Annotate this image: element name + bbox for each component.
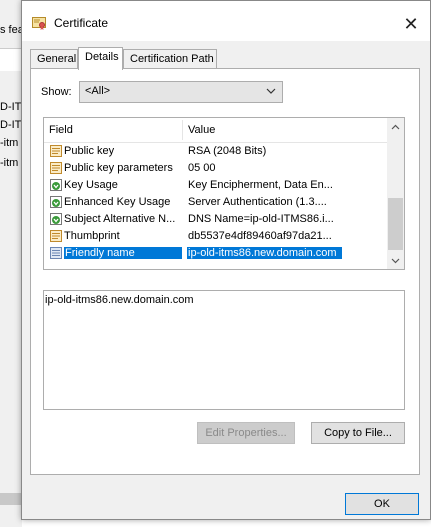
details-panel: Show: <All> Field Value Public key RSA (… xyxy=(30,68,420,475)
extension-down-arrow-icon xyxy=(50,196,62,208)
title-bar: Certificate ✕ xyxy=(22,1,430,41)
certificate-field-icon xyxy=(50,230,62,242)
show-dropdown[interactable]: <All> xyxy=(79,81,283,103)
ok-button[interactable]: OK xyxy=(345,493,419,515)
list-header: Field Value xyxy=(44,118,388,143)
show-label: Show: xyxy=(41,86,72,98)
scroll-up-icon[interactable] xyxy=(391,124,400,130)
list-item[interactable]: Thumbprint db5537e4df89460af97da21... xyxy=(44,228,388,245)
extension-down-arrow-icon xyxy=(50,179,62,191)
list-item[interactable]: Public key parameters 05 00 xyxy=(44,160,388,177)
dialog-title: Certificate xyxy=(54,16,109,30)
field-name: Public key xyxy=(64,145,115,157)
edit-properties-button[interactable]: Edit Properties... xyxy=(197,422,295,444)
field-value: db5537e4df89460af97da21... xyxy=(188,230,332,242)
field-name: Friendly name xyxy=(64,247,182,259)
background-text-fragment: D-IT xyxy=(0,101,22,113)
tab-general[interactable]: General xyxy=(30,49,78,69)
column-divider[interactable] xyxy=(182,120,183,140)
ok-button-label: OK xyxy=(374,498,390,510)
close-icon[interactable]: ✕ xyxy=(400,13,422,35)
background-text-fragment: D-IT xyxy=(0,119,22,131)
column-header-field[interactable]: Field xyxy=(49,124,73,136)
property-icon xyxy=(50,247,62,259)
field-value: DNS Name=ip-old-ITMS86.i... xyxy=(188,213,334,225)
scrollbar-thumb[interactable] xyxy=(388,198,403,250)
background-toolbar xyxy=(0,48,22,71)
list-item[interactable]: Subject Alternative N... DNS Name=ip-old… xyxy=(44,211,388,228)
scroll-down-icon[interactable] xyxy=(391,258,400,264)
certificate-field-icon xyxy=(50,145,62,157)
fields-list[interactable]: Field Value Public key RSA (2048 Bits) P… xyxy=(43,117,405,270)
background-text-fragment: -itm xyxy=(0,157,19,169)
extension-down-arrow-icon xyxy=(50,213,62,225)
column-header-value[interactable]: Value xyxy=(188,124,215,136)
background-strip xyxy=(0,0,22,527)
field-name: Key Usage xyxy=(64,179,118,191)
vertical-scrollbar[interactable] xyxy=(387,118,404,269)
list-item-selected[interactable]: Friendly name ip-old-itms86.new.domain.c… xyxy=(44,245,388,262)
list-item[interactable]: Public key RSA (2048 Bits) xyxy=(44,143,388,160)
field-value: Key Encipherment, Data En... xyxy=(188,179,333,191)
certificate-dialog: Certificate ✕ General Details Certificat… xyxy=(21,0,431,520)
field-value: ip-old-itms86.new.domain.com xyxy=(187,247,342,259)
field-detail-textbox[interactable]: ip-old-itms86.new.domain.com xyxy=(43,290,405,410)
field-value: Server Authentication (1.3.... xyxy=(188,196,327,208)
background-text-fragment: -itm xyxy=(0,137,19,149)
chevron-down-icon xyxy=(266,88,276,94)
field-name: Public key parameters xyxy=(64,162,173,174)
list-item[interactable]: Key Usage Key Encipherment, Data En... xyxy=(44,177,388,194)
tab-details[interactable]: Details xyxy=(78,47,123,70)
certificate-icon xyxy=(32,17,46,30)
tab-certification-path[interactable]: Certification Path xyxy=(123,49,217,69)
list-item[interactable]: Enhanced Key Usage Server Authentication… xyxy=(44,194,388,211)
certificate-field-icon xyxy=(50,162,62,174)
field-name: Subject Alternative N... xyxy=(64,213,176,225)
show-dropdown-value: <All> xyxy=(85,85,111,97)
field-value: 05 00 xyxy=(188,162,216,174)
field-detail-text: ip-old-itms86.new.domain.com xyxy=(45,294,194,306)
field-value: RSA (2048 Bits) xyxy=(188,145,267,157)
field-name: Thumbprint xyxy=(64,230,120,242)
copy-to-file-button[interactable]: Copy to File... xyxy=(311,422,405,444)
field-name: Enhanced Key Usage xyxy=(64,196,171,208)
